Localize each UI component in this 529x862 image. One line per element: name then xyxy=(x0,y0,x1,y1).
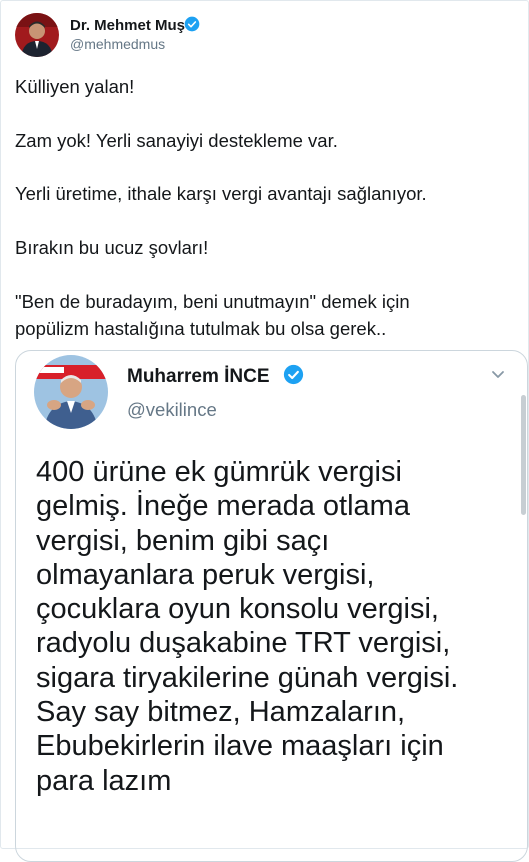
quoted-text-line: sigara tiryakilerine günah vergisi. xyxy=(36,661,459,694)
quoted-author-avatar[interactable] xyxy=(34,355,108,429)
tweet-text-line: Bırakın bu ucuz şovları! xyxy=(15,237,209,258)
author-name[interactable]: Dr. Mehmet Muş xyxy=(70,17,185,34)
tweet-text-line: Yerli üretime, ithale karşı vergi avanta… xyxy=(15,183,427,204)
quoted-text-line: olmayanlara peruk vergisi, xyxy=(36,558,375,591)
quoted-text-line: radyolu duşakabine TRT vergisi, xyxy=(36,627,451,660)
verified-badge-icon xyxy=(283,364,304,385)
quoted-text-line: para lazım xyxy=(36,764,172,797)
scrollbar-thumb[interactable] xyxy=(521,395,526,515)
quoted-tweet-text: 400 ürüne ek gümrük vergisi gelmiş. İneğ… xyxy=(36,455,458,798)
tweet-text-line: Külliyen yalan! xyxy=(15,76,135,97)
author-avatar[interactable] xyxy=(15,13,59,57)
quoted-text-line: Ebubekirlerin ilave maaşları için xyxy=(36,730,444,763)
tweet-text-line: popülizm hastalığına tutulmak bu olsa ge… xyxy=(15,318,387,339)
quoted-text-line: gelmiş. İneğe merada otlama xyxy=(36,490,410,523)
quoted-text-line: 400 ürüne ek gümrük vergisi xyxy=(36,456,402,488)
tweet-text-line: "Ben de buradayım, beni unutmayın" demek… xyxy=(15,291,410,312)
quoted-author-name[interactable]: Muharrem İNCE xyxy=(127,366,270,388)
quoted-text-line: vergisi, benim gibi saçı xyxy=(36,524,330,557)
quoted-tweet[interactable]: Muharrem İNCE @vekilince 400 ürüne ek gü… xyxy=(15,350,528,862)
quoted-text-line: Say say bitmez, Hamzaların, xyxy=(36,696,406,729)
chevron-down-icon[interactable] xyxy=(490,366,506,382)
quoted-author-handle[interactable]: @vekilince xyxy=(127,399,217,421)
author-handle[interactable]: @mehmedmus xyxy=(70,36,165,52)
tweet-card: Dr. Mehmet Muş @mehmedmus Külliyen yalan… xyxy=(0,0,529,862)
tweet-text-line: Zam yok! Yerli sanayiyi destekleme var. xyxy=(15,130,338,151)
quoted-text-line: çocuklara oyun konsolu vergisi, xyxy=(36,593,439,626)
verified-badge-icon xyxy=(184,16,200,32)
